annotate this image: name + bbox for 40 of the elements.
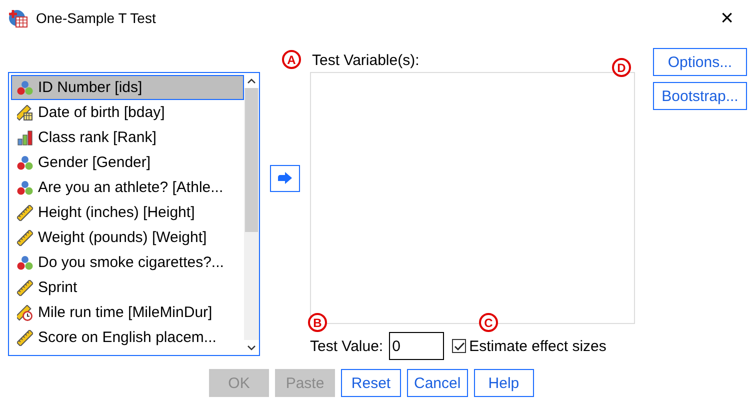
variable-item[interactable]: Date of birth [bday] <box>11 100 244 125</box>
variable-item[interactable]: Are you an athlete? [Athle... <box>11 175 244 200</box>
variable-item[interactable]: Weight (pounds) [Weight] <box>11 225 244 250</box>
callout-marker: B <box>308 313 327 332</box>
options-button[interactable]: Options... <box>653 48 747 76</box>
variable-item[interactable]: Mile run time [MileMinDur] <box>11 300 244 325</box>
callout-marker: A <box>282 50 301 69</box>
ruler-calendar-icon <box>17 104 33 120</box>
window-title: One-Sample T Test <box>36 10 157 26</box>
scrollbar[interactable] <box>244 73 259 355</box>
checkbox[interactable] <box>452 339 466 353</box>
nominal-icon <box>17 254 33 270</box>
callout-marker: C <box>479 313 498 332</box>
variable-item[interactable]: Class rank [Rank] <box>11 125 244 150</box>
bar-chart-icon <box>17 130 33 146</box>
close-button[interactable]: × <box>704 5 750 31</box>
callout-marker: D <box>612 58 631 77</box>
variable-item[interactable]: Height (inches) [Height] <box>11 200 244 225</box>
test-value-label: Test Value: <box>310 338 384 354</box>
test-value-field[interactable]: 0 <box>389 332 444 360</box>
nominal-icon <box>17 154 33 170</box>
nominal-icon <box>17 180 33 196</box>
variable-item[interactable]: Score on English placem... <box>11 325 244 350</box>
variable-item[interactable]: Gender [Gender] <box>11 150 244 175</box>
ruler-clock-icon <box>17 304 33 320</box>
scroll-up-icon[interactable] <box>247 78 256 84</box>
app-icon <box>8 8 28 28</box>
variable-item[interactable]: Do you smoke cigarettes?... <box>11 250 244 275</box>
nominal-icon <box>17 80 33 96</box>
cancel-button[interactable]: Cancel <box>407 369 468 397</box>
scroll-down-icon[interactable] <box>247 344 256 350</box>
test-variables-label: Test Variable(s): <box>311 52 420 71</box>
help-button[interactable]: Help <box>474 369 534 397</box>
bootstrap-button[interactable]: Bootstrap... <box>653 82 747 110</box>
variable-item[interactable]: ID Number [ids] <box>11 75 244 100</box>
checkbox-label: Estimate effect sizes <box>469 338 606 354</box>
move-right-button[interactable] <box>270 165 300 192</box>
reset-button[interactable]: Reset <box>341 369 401 397</box>
variable-item[interactable]: Sprint <box>11 275 244 300</box>
arrow-right-icon <box>277 172 293 186</box>
